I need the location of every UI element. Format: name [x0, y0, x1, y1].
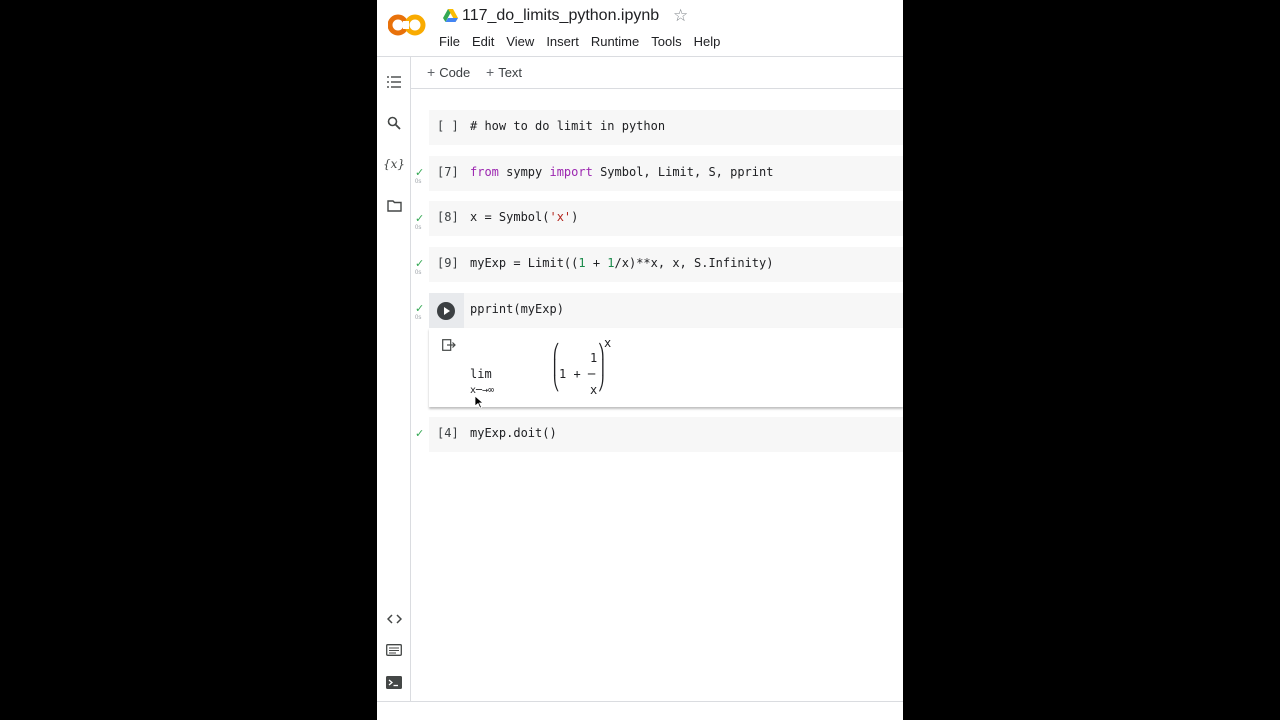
run-time: 0s — [415, 179, 422, 185]
code-token: import — [549, 165, 593, 179]
execution-count: [9] — [437, 256, 459, 270]
output-lim: lim — [470, 367, 492, 381]
check-icon: ✓ — [415, 258, 425, 270]
variables-icon[interactable]: {x} — [383, 155, 405, 173]
run-time: 0s — [415, 225, 422, 231]
search-icon[interactable] — [385, 114, 403, 132]
cell-code[interactable]: x = Symbol('x') — [470, 210, 578, 224]
code-snippets-icon[interactable] — [385, 610, 403, 628]
execution-count: [8] — [437, 210, 459, 224]
code-token: Symbol, Limit, S, pprint — [592, 165, 774, 179]
check-icon: ✓ — [415, 213, 425, 225]
menu-tools[interactable]: Tools — [651, 34, 681, 49]
menu-bar: File Edit View Insert Runtime Tools Help — [439, 34, 732, 49]
output-base: 1 + ─ — [559, 367, 596, 381]
code-cell[interactable]: [4] myExp.doit() — [429, 417, 903, 452]
output-right-paren: ⎞ ⎟ ⎠ — [597, 344, 606, 392]
code-token: 1 — [578, 256, 586, 270]
run-time: 0s — [415, 315, 422, 321]
terminal-icon[interactable] — [385, 673, 403, 691]
menu-insert[interactable]: Insert — [546, 34, 579, 49]
code-cell[interactable]: [9] myExp = Limit((1 + 1/x)**x, x, S.Inf… — [429, 247, 903, 282]
toc-icon[interactable] — [385, 73, 403, 91]
cell-code[interactable]: pprint(myExp) — [470, 302, 564, 316]
left-rail: {x} — [377, 57, 411, 702]
cell-code[interactable]: # how to do limit in python — [470, 119, 665, 133]
code-token: 'x' — [549, 210, 572, 224]
code-cell[interactable]: [ ] # how to do limit in python — [429, 110, 903, 145]
code-token: /x)**x, x, S.Infinity) — [614, 256, 774, 270]
star-icon[interactable]: ☆ — [673, 6, 688, 26]
notebook-title[interactable]: 117_do_limits_python.ipynb — [462, 7, 659, 25]
code-token: from — [470, 165, 499, 179]
code-token: sympy — [498, 165, 550, 179]
add-code-label: Code — [439, 65, 471, 80]
add-text-label: Text — [498, 65, 523, 80]
run-time: 0s — [415, 270, 422, 276]
mouse-cursor-icon — [475, 396, 485, 409]
cell-code[interactable]: myExp.doit() — [470, 426, 557, 440]
check-icon: ✓ — [415, 303, 425, 315]
command-palette-icon[interactable] — [385, 641, 403, 659]
menu-view[interactable]: View — [506, 34, 534, 49]
execution-count: [ ] — [437, 119, 459, 133]
colab-logo[interactable] — [388, 12, 426, 38]
code-cell[interactable]: [8] x = Symbol('x') — [429, 201, 903, 236]
code-cell-active[interactable]: pprint(myExp) — [429, 293, 903, 328]
code-token: x = Symbol( — [470, 210, 550, 224]
menu-help[interactable]: Help — [694, 34, 721, 49]
code-token: 1 — [607, 256, 615, 270]
header: 117_do_limits_python.ipynb ☆ File Edit V… — [377, 0, 903, 57]
add-code-button[interactable]: + Code — [427, 64, 470, 80]
menu-runtime[interactable]: Runtime — [591, 34, 639, 49]
execution-count: [7] — [437, 165, 459, 179]
check-icon: ✓ — [415, 167, 425, 179]
notebook-toolbar: + Code + Text — [411, 57, 903, 89]
cell-output: x ⎛ ⎜ ⎝ 1 ⎞ ⎟ ⎠ lim 1 + ─ x x─→∞ — [429, 328, 903, 407]
code-token: ) — [571, 210, 579, 224]
output-actions-icon[interactable] — [442, 339, 456, 351]
folder-icon[interactable] — [385, 197, 403, 215]
colab-window: 117_do_limits_python.ipynb ☆ File Edit V… — [377, 0, 903, 720]
cell-code[interactable]: from sympy import Symbol, Limit, S, ppri… — [470, 165, 773, 179]
code-token: + — [585, 256, 608, 270]
status-divider — [377, 701, 903, 702]
code-cell[interactable]: [7] from sympy import Symbol, Limit, S, … — [429, 156, 903, 191]
add-text-button[interactable]: + Text — [486, 64, 522, 80]
drive-icon — [443, 9, 458, 22]
menu-file[interactable]: File — [439, 34, 460, 49]
code-token: myExp = Limit(( — [470, 256, 579, 270]
output-denominator: x — [590, 383, 598, 397]
run-cell-button[interactable] — [437, 302, 455, 320]
cell-code[interactable]: myExp = Limit((1 + 1/x)**x, x, S.Infinit… — [470, 256, 773, 270]
check-icon: ✓ — [415, 428, 425, 440]
menu-edit[interactable]: Edit — [472, 34, 494, 49]
execution-count: [4] — [437, 426, 459, 440]
